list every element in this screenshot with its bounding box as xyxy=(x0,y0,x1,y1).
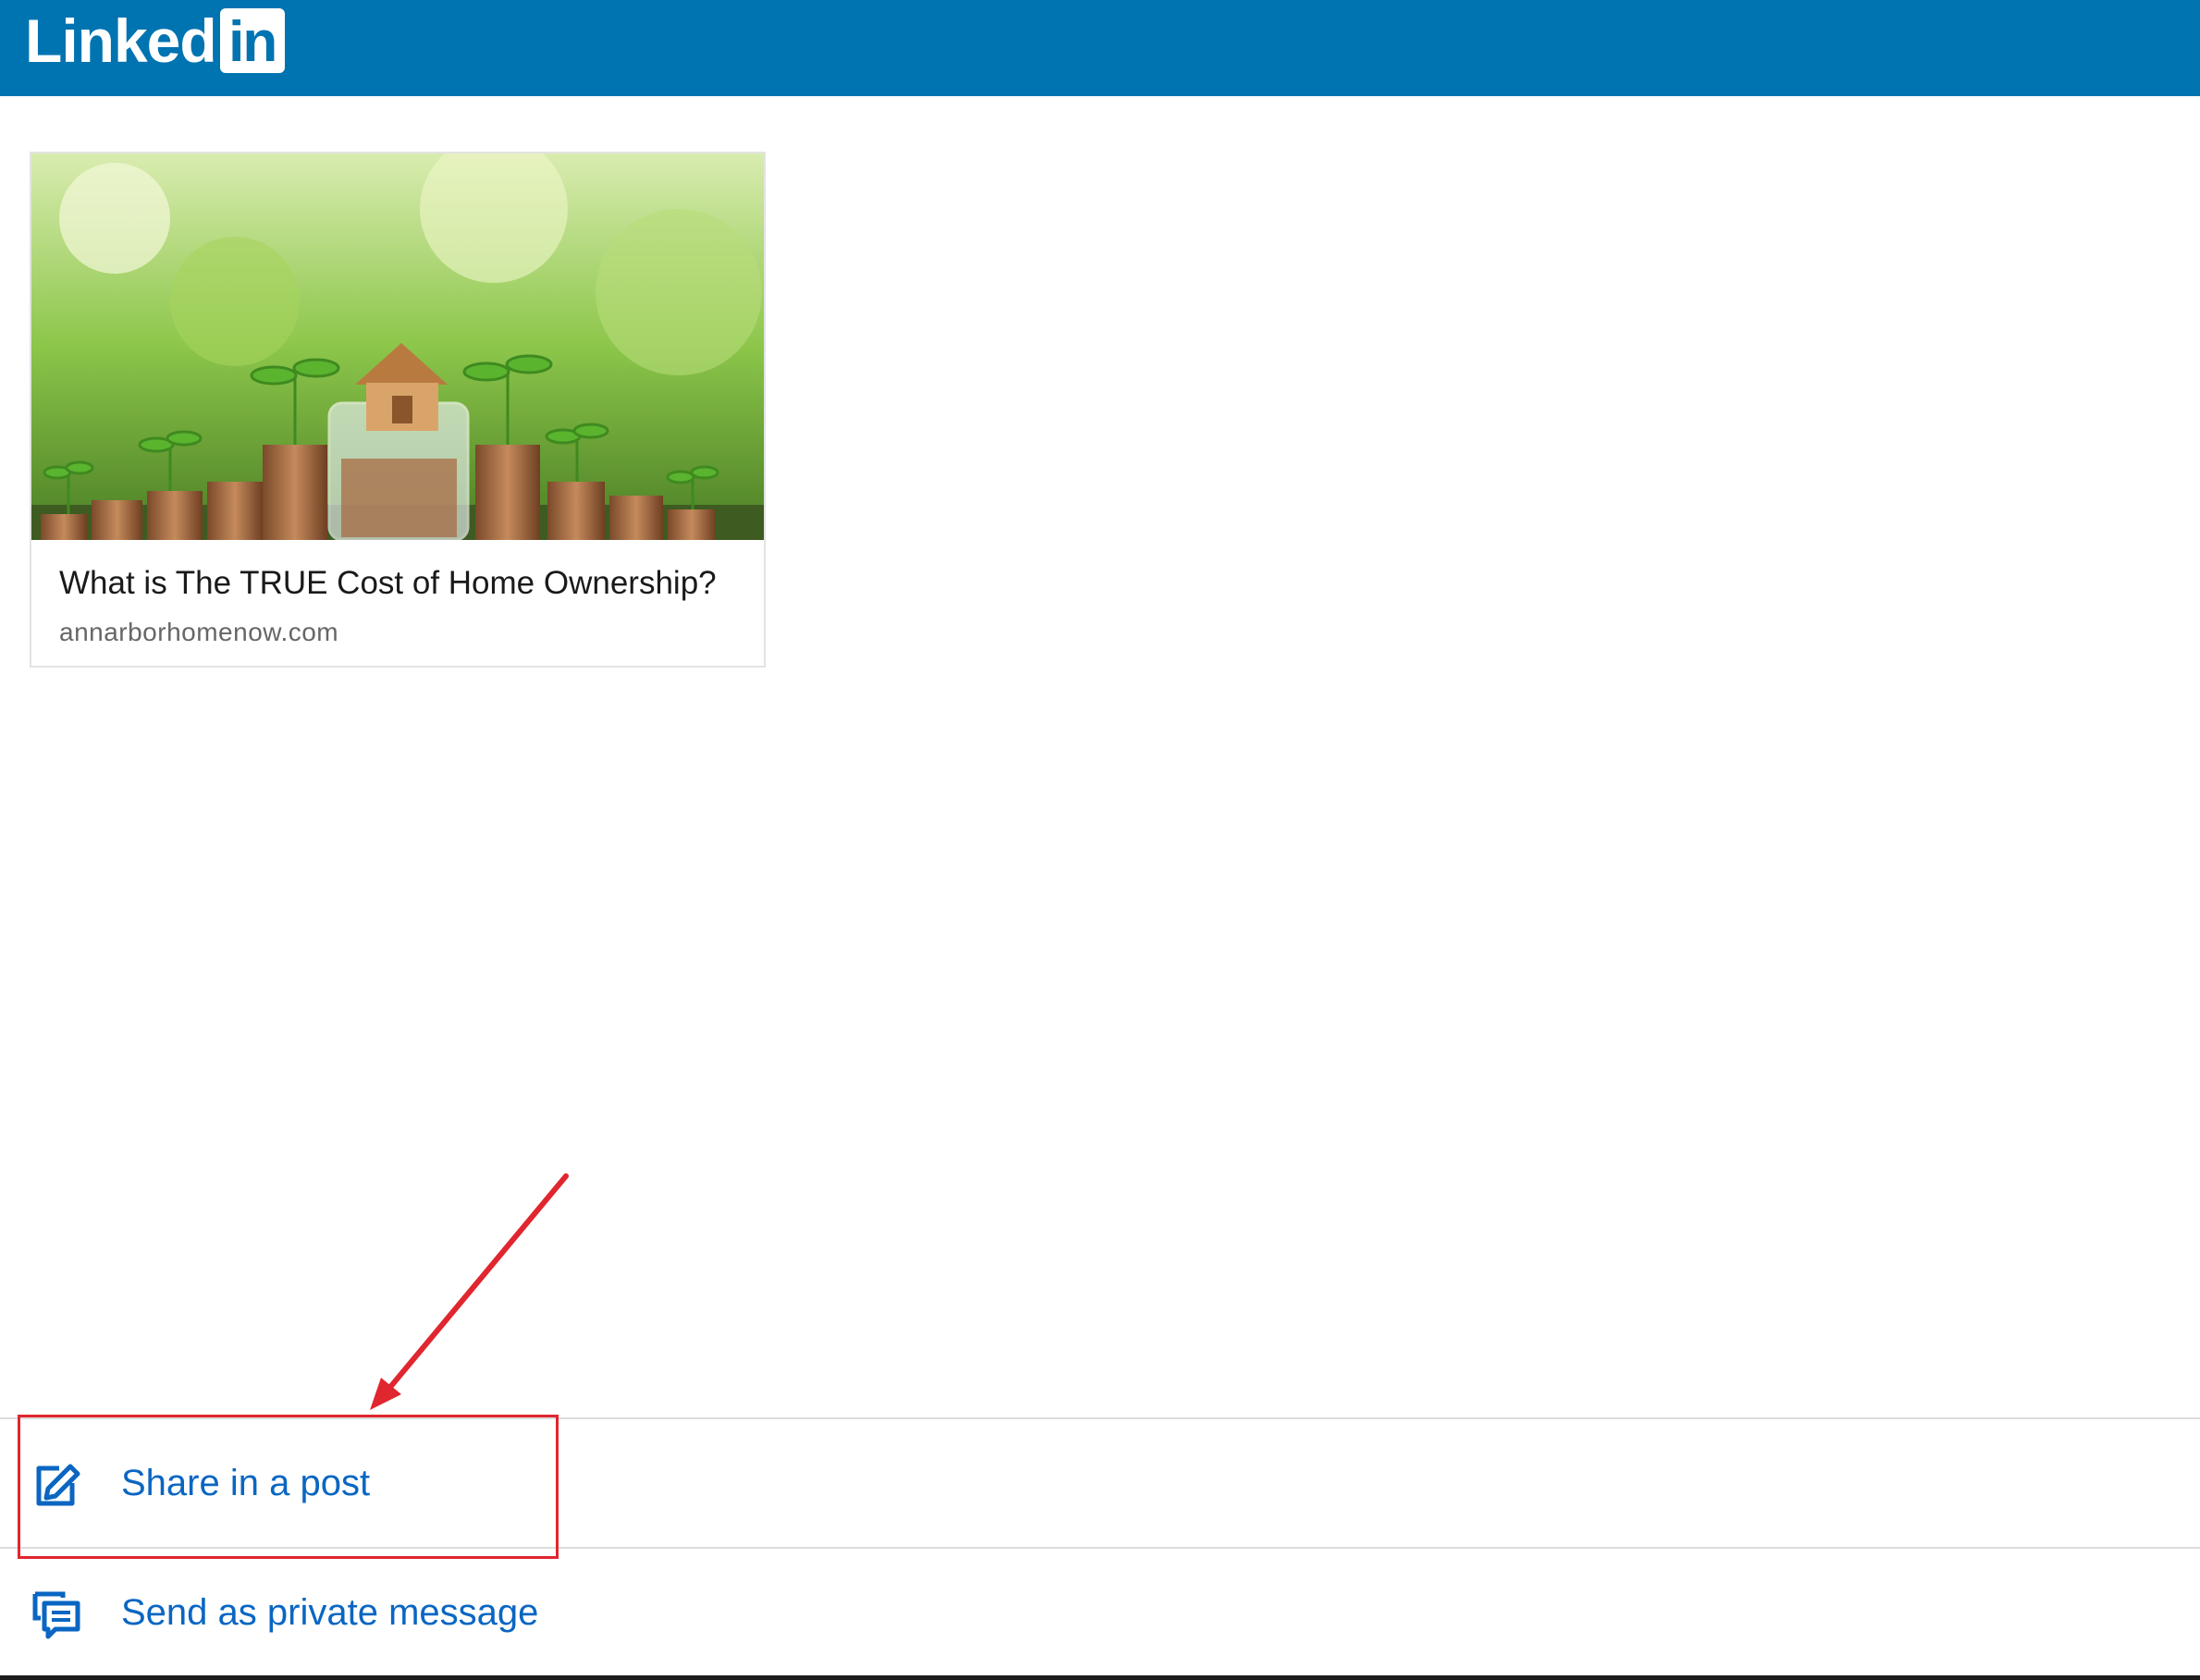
share-in-post-label: Share in a post xyxy=(121,1463,371,1503)
article-title[interactable]: What is The TRUE Cost of Home Ownership? xyxy=(59,565,717,602)
article-thumbnail xyxy=(31,153,764,540)
edit-icon xyxy=(31,1461,81,1511)
send-private-message-label: Send as private message xyxy=(121,1592,539,1633)
logo-in-box: in xyxy=(219,8,285,74)
divider-middle xyxy=(0,1547,2200,1549)
bottom-edge xyxy=(0,1675,2200,1680)
top-bar: Linked in xyxy=(0,0,2200,96)
linkedin-logo[interactable]: Linked in xyxy=(25,6,285,75)
divider-top xyxy=(0,1417,2200,1419)
article-domain: annarborhomenow.com xyxy=(59,618,339,646)
link-preview-card[interactable]: What is The TRUE Cost of Home Ownership?… xyxy=(30,152,766,668)
logo-wordmark: Linked xyxy=(25,6,217,75)
message-icon xyxy=(31,1590,81,1640)
savings-plant-image xyxy=(31,153,764,540)
share-in-post-button[interactable]: Share in a post xyxy=(0,1421,2200,1549)
send-private-message-button[interactable]: Send as private message xyxy=(0,1551,2200,1678)
